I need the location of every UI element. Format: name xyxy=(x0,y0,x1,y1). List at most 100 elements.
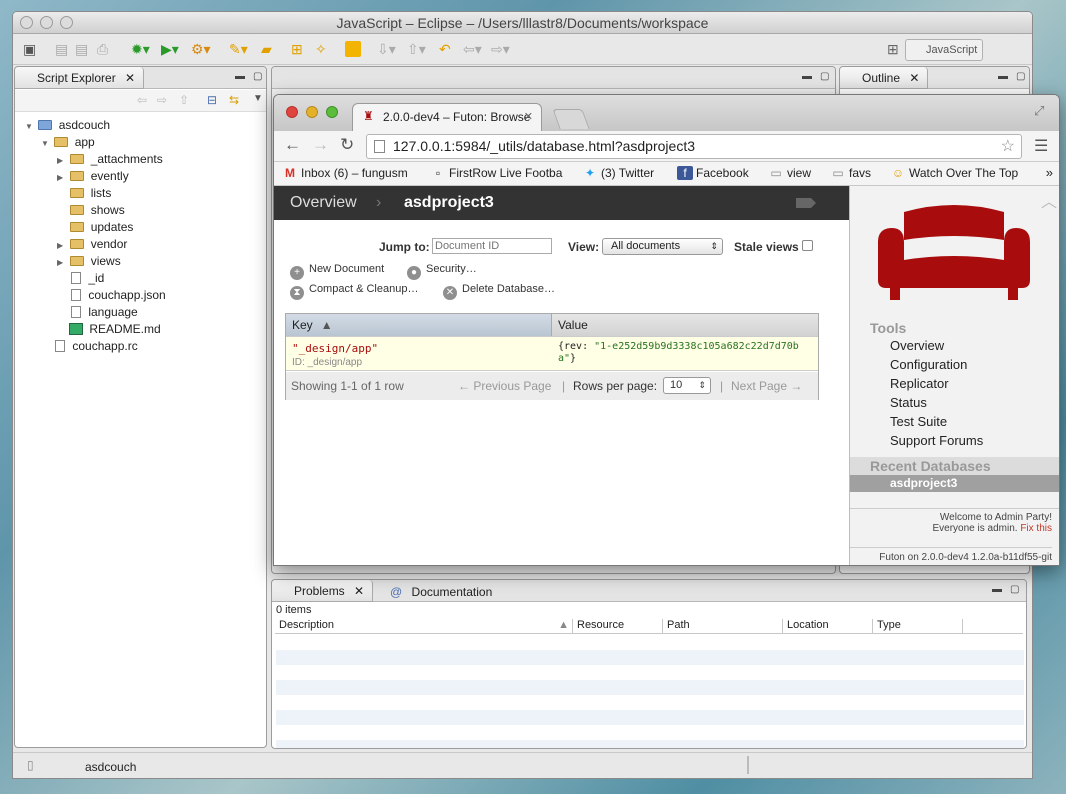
column-path[interactable]: Path xyxy=(663,619,783,633)
value-column-header[interactable]: Value xyxy=(552,314,818,336)
tool-configuration-link[interactable]: Configuration xyxy=(890,357,967,372)
tree-item[interactable]: couchapp.rc xyxy=(55,338,138,355)
key-column-header[interactable]: Key ▲ xyxy=(286,314,552,336)
minimize-window-button[interactable] xyxy=(306,106,318,118)
fix-this-link[interactable]: Fix this xyxy=(1020,523,1052,534)
prev-annotation-icon[interactable]: ⇧▾ xyxy=(407,41,426,57)
forward-arrow-icon[interactable]: → xyxy=(312,135,329,155)
reload-icon[interactable]: ↻ xyxy=(340,135,354,155)
table-row[interactable]: "_design/app" ID: _design/app {rev: "1-e… xyxy=(286,336,818,371)
couch-app-icon[interactable] xyxy=(345,41,361,57)
menu-icon[interactable]: ☰ xyxy=(1034,136,1048,156)
external-tools-icon[interactable]: ⚙▾ xyxy=(191,41,211,57)
recent-database-item[interactable]: asdproject3 xyxy=(850,475,1059,492)
expanded-icon[interactable]: ▼ xyxy=(25,118,35,135)
save-icon[interactable]: ▤ xyxy=(55,41,68,57)
fast-view-icon[interactable]: ▯ xyxy=(27,758,34,772)
tree-item[interactable]: language xyxy=(71,304,138,321)
collapse-all-icon[interactable]: ⊟ xyxy=(207,93,217,107)
new-document-link[interactable]: + New Document xyxy=(290,263,384,280)
tree-item[interactable]: lists xyxy=(57,185,111,202)
zoom-window-button[interactable] xyxy=(60,16,73,29)
collapse-sidebar-icon[interactable]: ︿ xyxy=(1041,188,1057,212)
more-bookmarks-icon[interactable]: » xyxy=(1046,165,1053,180)
build-icon[interactable]: ✎▾ xyxy=(229,41,248,57)
tree-item[interactable]: ▶ views xyxy=(57,253,121,270)
collapsed-icon[interactable]: ▶ xyxy=(57,169,67,186)
minimize-editor-icon[interactable]: ▬ xyxy=(802,71,812,82)
previous-page-link[interactable]: ← Previous Page xyxy=(458,379,551,393)
back-arrow-icon[interactable]: ← xyxy=(284,135,301,155)
new-icon[interactable]: ▣ xyxy=(23,41,36,57)
new-tab-button[interactable] xyxy=(552,109,590,129)
bookmark-star-icon[interactable]: ☆ xyxy=(1001,135,1015,158)
tool-test-suite-link[interactable]: Test Suite xyxy=(890,414,947,429)
minimize-view-icon[interactable]: ▬ xyxy=(998,71,1008,82)
run-icon[interactable]: ▶▾ xyxy=(161,41,179,57)
new-folder-icon[interactable]: ⊞ xyxy=(291,41,303,57)
document-id-input[interactable] xyxy=(432,238,552,254)
tree-item[interactable]: ▼ app xyxy=(41,134,95,151)
doc-key[interactable]: "_design/app" xyxy=(292,342,378,355)
security-link[interactable]: ● Security… xyxy=(407,263,477,280)
save-all-icon[interactable]: ▤ xyxy=(75,41,88,57)
minimize-view-icon[interactable]: ▬ xyxy=(992,584,1002,595)
tree-item[interactable]: README.md xyxy=(69,321,161,338)
tree-item[interactable]: ▼ asdcouch xyxy=(25,117,110,134)
tree-item[interactable]: ▶ vendor xyxy=(57,236,127,253)
view-select[interactable]: All documents ⇕ xyxy=(602,238,723,255)
tab-documentation[interactable]: @ Documentation xyxy=(390,585,492,599)
minimize-view-icon[interactable]: ▬ xyxy=(235,71,245,82)
tree-item[interactable]: updates xyxy=(57,219,133,236)
perspective-button[interactable]: JavaScript xyxy=(905,39,983,61)
print-icon[interactable]: ⎙ xyxy=(97,41,108,57)
delete-database-link[interactable]: ✕ Delete Database… xyxy=(443,283,555,300)
tool-status-link[interactable]: Status xyxy=(890,395,927,410)
close-window-button[interactable] xyxy=(286,106,298,118)
breadcrumb-overview[interactable]: Overview xyxy=(290,194,357,212)
collapsed-icon[interactable]: ▶ xyxy=(57,237,67,254)
maximize-view-icon[interactable]: ▢ xyxy=(1016,71,1025,82)
fullscreen-icon[interactable]: ⤢ xyxy=(1034,103,1044,119)
stale-views-checkbox[interactable] xyxy=(802,240,813,251)
tab-problems[interactable]: Problems ✕ xyxy=(272,580,374,602)
minimize-window-button[interactable] xyxy=(40,16,53,29)
tree-item[interactable]: _id xyxy=(71,270,104,287)
bookmark-item[interactable]: f Facebook xyxy=(677,166,749,180)
open-resource-icon[interactable]: ✧ xyxy=(315,41,327,57)
close-window-button[interactable] xyxy=(20,16,33,29)
column-location[interactable]: Location xyxy=(783,619,873,633)
close-tab-icon[interactable]: ✕ xyxy=(524,110,533,123)
tree-item[interactable]: couchapp.json xyxy=(71,287,166,304)
back-nav-icon[interactable]: ⇦ xyxy=(137,93,147,107)
tool-support-forums-link[interactable]: Support Forums xyxy=(890,433,983,448)
bookmark-folder[interactable]: ▭ favs xyxy=(830,166,871,180)
close-tab-icon[interactable]: ✕ xyxy=(125,71,135,85)
up-nav-icon[interactable]: ⇧ xyxy=(179,93,189,107)
link-editor-icon[interactable]: ⇆ xyxy=(229,93,239,107)
address-bar[interactable]: 127.0.0.1:5984/_utils/database.html?asdp… xyxy=(366,134,1022,159)
zoom-window-button[interactable] xyxy=(326,106,338,118)
debug-icon[interactable]: ✹▾ xyxy=(131,41,150,57)
open-type-icon[interactable]: ▰ xyxy=(261,41,272,57)
view-menu-icon[interactable]: ▼ xyxy=(253,93,263,104)
open-perspective-icon[interactable]: ⊞ xyxy=(887,41,899,57)
bookmark-item[interactable]: M Inbox (6) – fungusm xyxy=(282,166,408,180)
browser-tab[interactable]: ♜ 2.0.0-dev4 – Futon: Browse ✕ xyxy=(352,103,542,131)
expanded-icon[interactable]: ▼ xyxy=(41,135,51,152)
next-page-link[interactable]: Next Page → xyxy=(731,379,802,393)
bookmark-folder[interactable]: ▭ view xyxy=(768,166,811,180)
maximize-view-icon[interactable]: ▢ xyxy=(1010,584,1019,595)
bookmark-item[interactable]: ▫ FirstRow Live Footba xyxy=(430,166,563,180)
back-icon[interactable]: ⇦▾ xyxy=(463,41,482,57)
compact-link[interactable]: ⧗ Compact & Cleanup… xyxy=(290,283,418,300)
forward-nav-icon[interactable]: ⇨ xyxy=(157,93,167,107)
tab-outline[interactable]: Outline ✕ xyxy=(840,67,929,89)
column-description[interactable]: Description ▲ xyxy=(275,619,573,633)
rows-per-page-select[interactable]: 10 ⇕ xyxy=(663,377,711,394)
bookmark-item[interactable]: ✦ (3) Twitter xyxy=(582,166,654,180)
tool-overview-link[interactable]: Overview xyxy=(890,338,944,353)
bookmark-item[interactable]: ☺ Watch Over The Top xyxy=(890,166,1018,180)
tree-item[interactable]: ▶ evently xyxy=(57,168,129,185)
maximize-view-icon[interactable]: ▢ xyxy=(253,71,262,82)
